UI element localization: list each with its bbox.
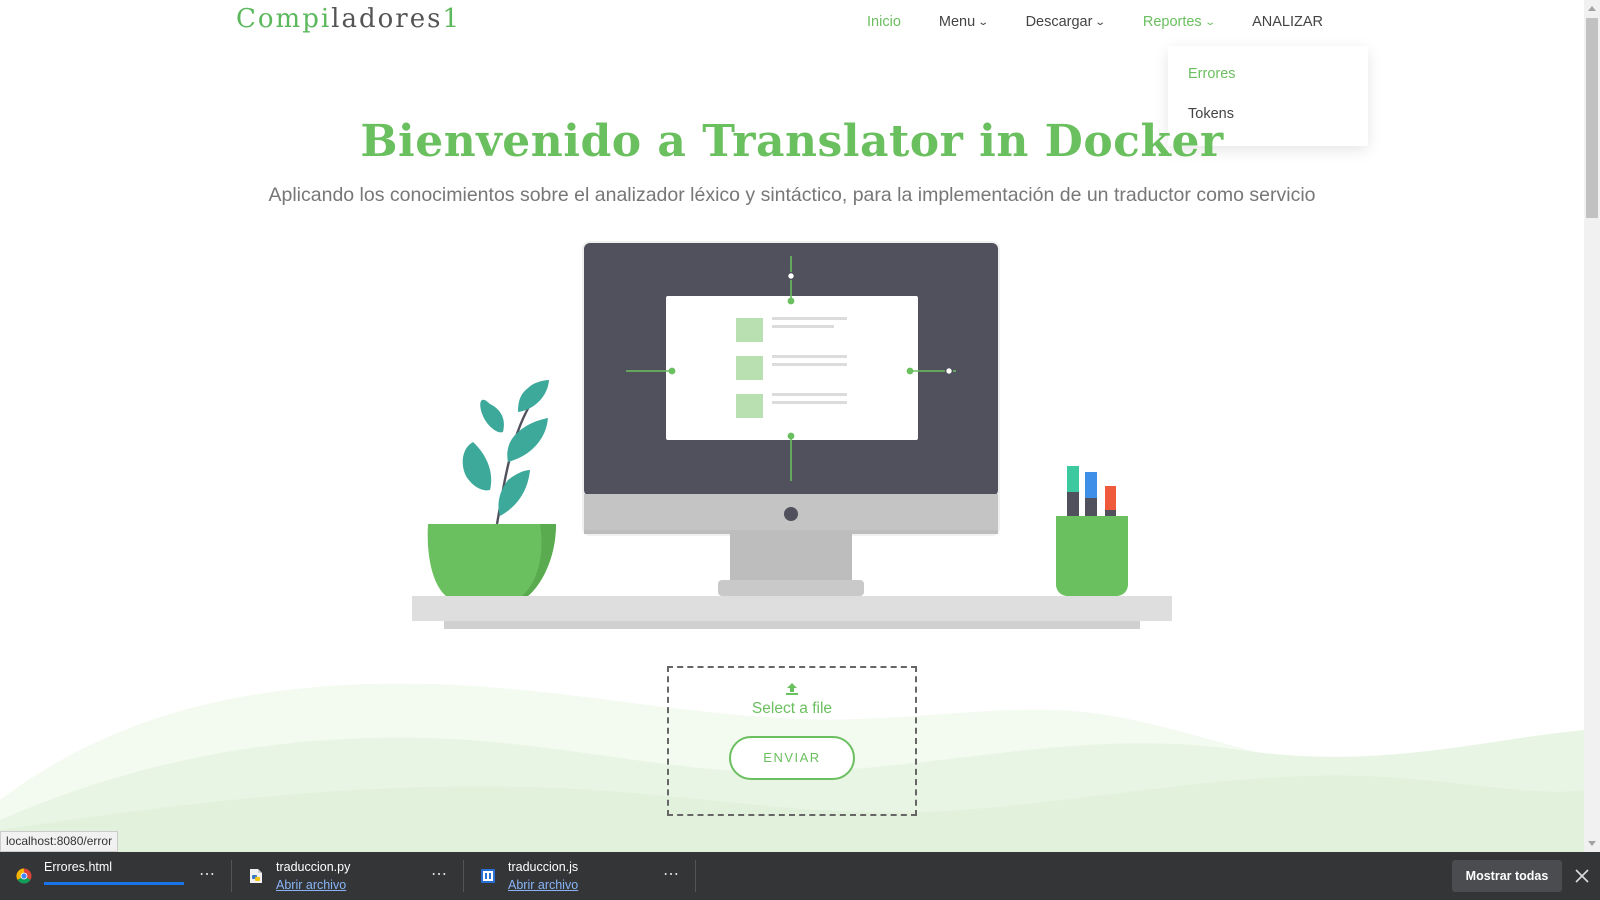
enviar-button[interactable]: ENVIAR (729, 736, 855, 780)
download-more-icon[interactable]: ⋯ (431, 864, 448, 884)
open-file-link[interactable]: Abrir archivo (508, 878, 578, 892)
download-filename: Errores.html (44, 860, 113, 874)
scroll-down-arrow-icon[interactable] (1588, 841, 1596, 846)
plant (427, 380, 556, 596)
chrome-icon (16, 868, 32, 884)
screen-panel (666, 296, 918, 440)
show-all-downloads-button[interactable]: Mostrar todas (1452, 860, 1562, 892)
download-progress-bar (44, 882, 184, 885)
upload-form: Select a file ENVIAR (667, 666, 917, 816)
desk-illustration (412, 241, 1172, 629)
pen-cup (1056, 466, 1128, 596)
download-more-icon[interactable]: ⋯ (199, 864, 216, 884)
scroll-up-arrow-icon[interactable] (1588, 6, 1596, 11)
download-item[interactable]: Errores.html ⋯ (0, 852, 232, 900)
js-file-icon (481, 869, 495, 883)
open-file-link[interactable]: Abrir archivo (276, 878, 346, 892)
select-file-label[interactable]: Select a file (669, 700, 915, 718)
download-more-icon[interactable]: ⋯ (663, 864, 680, 884)
status-url-bar: localhost:8080/error (0, 831, 119, 852)
download-shelf: Errores.html ⋯ traduccion.py Abrir archi… (0, 852, 1600, 900)
python-file-icon (250, 869, 262, 883)
upload-icon[interactable] (785, 682, 799, 696)
page-scrollbar[interactable] (1584, 0, 1600, 852)
divider (695, 860, 696, 892)
download-item[interactable]: traduccion.py Abrir archivo ⋯ (232, 852, 464, 900)
download-filename: traduccion.py (276, 860, 351, 874)
download-item[interactable]: traduccion.js Abrir archivo ⋯ (464, 852, 696, 900)
scrollbar-thumb[interactable] (1586, 18, 1598, 218)
close-icon[interactable] (1572, 866, 1592, 886)
desk (412, 596, 1172, 629)
download-filename: traduccion.js (508, 860, 579, 874)
